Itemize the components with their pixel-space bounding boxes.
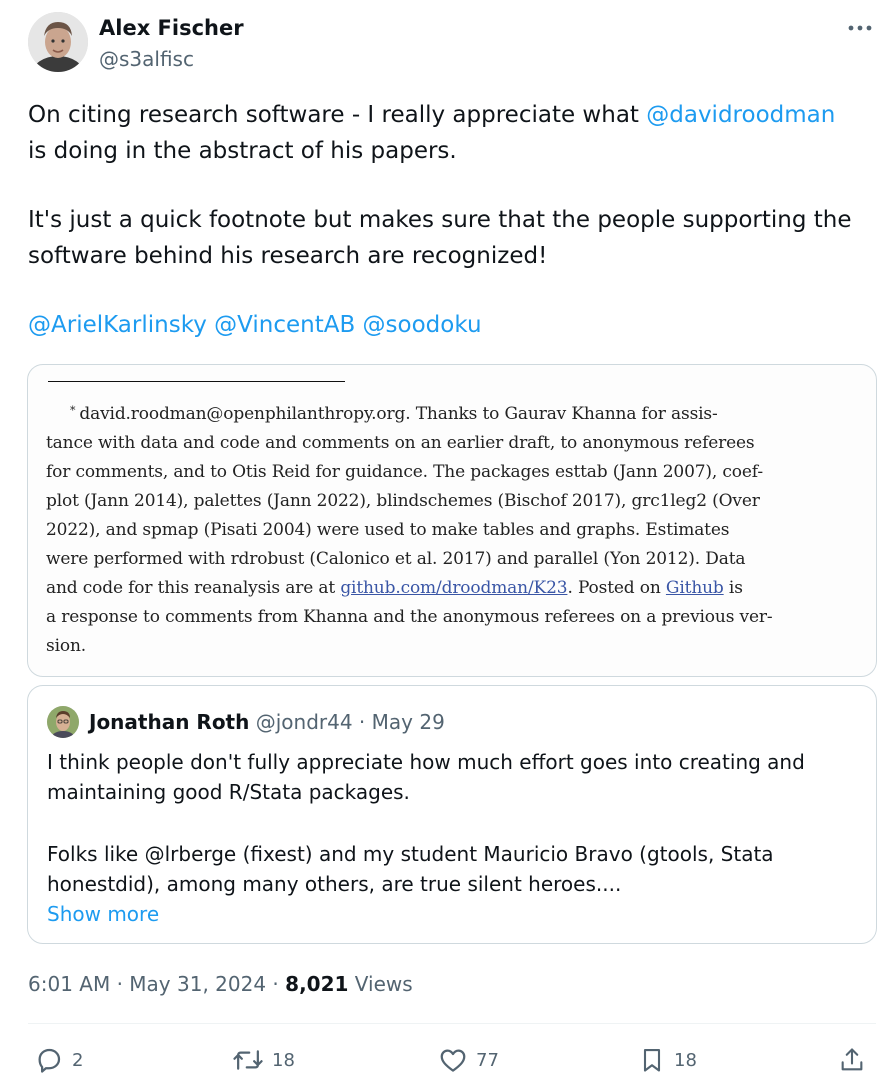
bookmark-icon xyxy=(643,1049,661,1072)
footnote-text: * david.roodman@openphilanthropy.org. Tha… xyxy=(46,396,842,661)
quoted-post[interactable]: Jonathan Roth @jondr44 · May 29 I think … xyxy=(27,685,877,944)
views-count: 8,021 xyxy=(285,972,349,996)
quoted-author-avatar[interactable] xyxy=(47,706,79,738)
divider xyxy=(28,1023,876,1024)
post-meta: 6:01 AM · May 31, 2024 · 8,021 Views xyxy=(28,972,413,996)
footnote-line-text: is xyxy=(723,578,743,598)
bookmark-count: 18 xyxy=(674,1049,697,1071)
post-time[interactable]: 6:01 AM xyxy=(28,972,110,996)
footnote-marker: * xyxy=(70,404,76,417)
footnote-line: and code for this reanalysis are at gith… xyxy=(46,574,842,603)
mention-soodoku[interactable]: @soodoku xyxy=(363,312,482,338)
footnote-line: tance with data and code and comments on… xyxy=(46,433,755,453)
post-text-segment: On citing research software - I really a… xyxy=(28,102,647,128)
footnote-line-text: . Posted on xyxy=(567,578,666,598)
post-paragraph-2: It's just a quick footnote but makes sur… xyxy=(28,207,852,269)
post-mentions: @ArielKarlinsky @VincentAB @soodoku xyxy=(28,307,858,343)
mention-davidroodman[interactable]: @davidroodman xyxy=(646,102,835,128)
action-bar: 2 18 77 18 xyxy=(28,1040,873,1080)
attached-image[interactable]: * david.roodman@openphilanthropy.org. Tha… xyxy=(27,364,877,677)
quoted-paragraph-2: Folks like @lrberge (fixest) and my stud… xyxy=(47,842,774,896)
footnote-line: 2022), and spmap (Pisati 2004) were used… xyxy=(46,520,730,540)
more-options-button[interactable] xyxy=(844,14,876,42)
footnote-line: were performed with rdrobust (Calonico e… xyxy=(46,549,746,569)
share-button[interactable] xyxy=(838,1040,866,1080)
footnote-line: sion. xyxy=(46,636,86,656)
post-paragraph-1: On citing research software - I really a… xyxy=(28,97,858,169)
quoted-post-date[interactable]: May 29 xyxy=(372,710,445,734)
meta-separator: · xyxy=(110,972,130,996)
reply-icon xyxy=(38,1048,61,1073)
post-text-segment: is doing in the abstract of his papers. xyxy=(28,138,457,164)
reply-button[interactable]: 2 xyxy=(34,1040,83,1080)
repost-count: 18 xyxy=(272,1049,295,1071)
quoted-post-header: Jonathan Roth @jondr44 · May 29 xyxy=(89,710,445,734)
post-text: On citing research software - I really a… xyxy=(28,97,858,343)
quoted-author-name[interactable]: Jonathan Roth xyxy=(89,710,249,734)
author-avatar[interactable] xyxy=(28,12,88,72)
footnote-line-text: and code for this reanalysis are at xyxy=(46,578,341,598)
quoted-paragraph-1: I think people don't fully appreciate ho… xyxy=(47,750,805,804)
mention-vincentab[interactable]: @VincentAB xyxy=(214,312,355,338)
footnote-line: plot (Jann 2014), palettes (Jann 2022), … xyxy=(46,491,760,511)
footnote-link-k23: github.com/droodman/K23 xyxy=(340,578,568,598)
footnote-link-github: Github xyxy=(665,578,724,598)
footnote-line-text: david.roodman@openphilanthropy.org. Than… xyxy=(79,404,718,424)
quoted-post-text: I think people don't fully appreciate ho… xyxy=(47,747,847,929)
author-name[interactable]: Alex Fischer xyxy=(99,16,244,40)
post-date[interactable]: May 31, 2024 xyxy=(129,972,266,996)
show-more-link[interactable]: Show more xyxy=(47,899,847,929)
more-icon xyxy=(848,25,872,31)
footnote-line: a response to comments from Khanna and t… xyxy=(46,607,773,627)
quoted-author-handle[interactable]: @jondr44 xyxy=(256,710,353,734)
meta-separator: · xyxy=(266,972,286,996)
views-label: Views xyxy=(348,972,413,996)
author-handle[interactable]: @s3alfisc xyxy=(99,47,194,71)
share-icon xyxy=(841,1048,863,1071)
reply-count: 2 xyxy=(72,1049,84,1071)
repost-icon xyxy=(233,1050,263,1070)
post-header: Alex Fischer @s3alfisc xyxy=(28,10,880,76)
quoted-separator: · xyxy=(352,710,372,734)
like-count: 77 xyxy=(476,1049,499,1071)
bookmark-button[interactable]: 18 xyxy=(638,1040,697,1080)
like-button[interactable]: 77 xyxy=(438,1040,499,1080)
repost-button[interactable]: 18 xyxy=(232,1040,295,1080)
footnote-line: * david.roodman@openphilanthropy.org. Tha… xyxy=(46,396,842,429)
footnote-rule xyxy=(48,381,345,382)
mention-arielkarlinsky[interactable]: @ArielKarlinsky xyxy=(28,312,207,338)
like-icon xyxy=(440,1049,466,1072)
footnote-line: for comments, and to Otis Reid for guida… xyxy=(46,462,763,482)
